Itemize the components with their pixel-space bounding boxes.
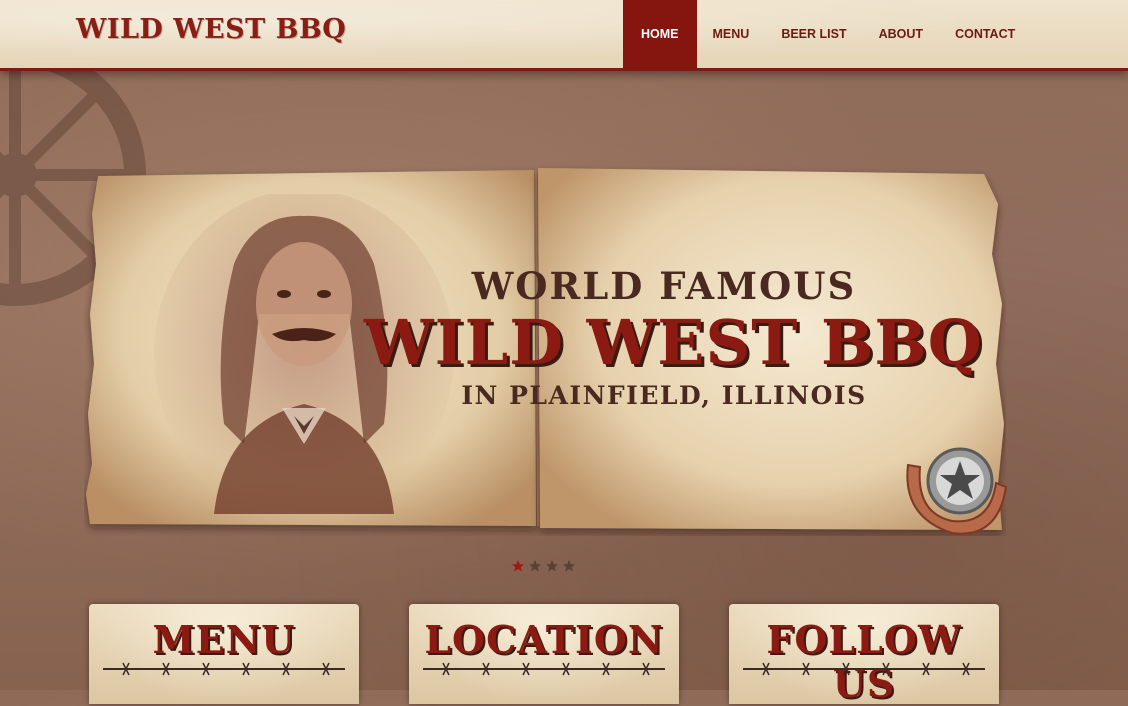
main-nav: HOME MENU BEER LIST ABOUT CONTACT — [623, 0, 1031, 68]
menu-panel-title: MENU — [152, 617, 296, 662]
location-panel[interactable]: LOCATION — [409, 604, 679, 704]
nav-item-home[interactable]: HOME — [623, 0, 697, 68]
barbed-wire-divider — [423, 662, 665, 676]
menu-panel[interactable]: MENU — [89, 604, 359, 704]
hero-slide: WORLD FAMOUS WILD WEST BBQ IN PLAINFIELD… — [84, 164, 1008, 536]
hero-tagline: WORLD FAMOUS — [471, 264, 857, 308]
site-header: WILD WEST BBQ HOME MENU BEER LIST ABOUT … — [0, 0, 1128, 71]
hero-title: WILD WEST BBQ — [364, 306, 983, 379]
slide-dot-4[interactable] — [563, 560, 575, 572]
slider-pagination — [512, 560, 575, 572]
nav-item-about[interactable]: ABOUT — [863, 0, 939, 68]
location-panel-title: LOCATION — [424, 617, 664, 662]
slide-dot-1[interactable] — [512, 560, 524, 572]
slide-dot-2[interactable] — [529, 560, 541, 572]
follow-us-panel[interactable]: FOLLOW US — [729, 604, 999, 706]
hero-location: IN PLAINFIELD, ILLINOIS — [461, 381, 867, 410]
nav-item-beer-list[interactable]: BEER LIST — [765, 0, 862, 68]
nav-item-menu[interactable]: MENU — [697, 0, 766, 68]
hero-headline: WORLD FAMOUS WILD WEST BBQ IN PLAINFIELD… — [364, 264, 983, 414]
barbed-wire-divider — [743, 662, 985, 676]
slide-dot-3[interactable] — [546, 560, 558, 572]
site-logo[interactable]: WILD WEST BBQ — [76, 14, 346, 45]
nav-item-contact[interactable]: CONTACT — [939, 0, 1031, 68]
sheriff-badge-icon — [906, 447, 1008, 535]
barbed-wire-divider — [103, 662, 345, 676]
